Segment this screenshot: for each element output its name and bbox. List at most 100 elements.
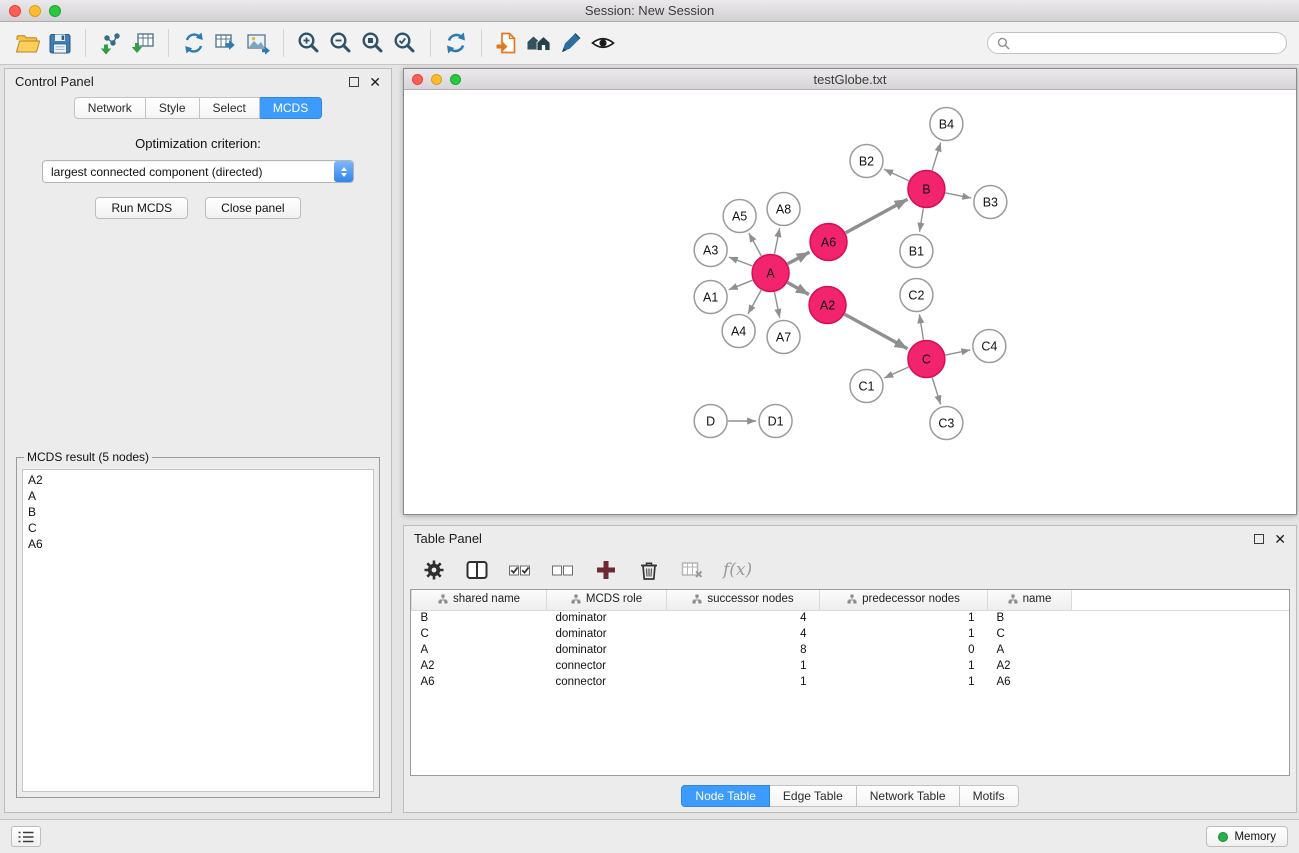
run-mcds-button[interactable]: Run MCDS (95, 197, 188, 219)
open-session-button[interactable] (12, 27, 44, 59)
table-cell[interactable]: dominator (547, 610, 667, 626)
table-cell[interactable]: 8 (667, 642, 820, 658)
tab-network-table[interactable]: Network Table (857, 785, 960, 807)
table-row[interactable]: Cdominator41C (412, 626, 1290, 642)
network-window-titlebar[interactable]: testGlobe.txt (404, 69, 1296, 90)
float-table-panel-icon[interactable] (1254, 534, 1264, 544)
column-header-shared-name[interactable]: shared name (412, 590, 547, 610)
graph-edge-C-C3[interactable] (932, 378, 940, 405)
graph-edge-B-B3[interactable] (945, 193, 971, 198)
graph-node-A6[interactable]: A6 (810, 224, 847, 261)
table-cell[interactable]: A6 (412, 674, 547, 690)
table-cell[interactable]: B (988, 610, 1072, 626)
table-cell[interactable]: connector (547, 674, 667, 690)
export-image-button[interactable] (242, 27, 274, 59)
tab-select[interactable]: Select (200, 97, 260, 119)
close-panel-button[interactable]: Close panel (205, 197, 300, 219)
zoom-in-button[interactable] (293, 27, 325, 59)
table-cell[interactable]: 4 (667, 610, 820, 626)
optimization-dropdown[interactable]: largest connected component (directed) (42, 160, 354, 183)
tab-mcds[interactable]: MCDS (260, 97, 322, 119)
result-item[interactable]: C (28, 520, 368, 536)
tab-edge-table[interactable]: Edge Table (770, 785, 857, 807)
minimize-window-button[interactable] (29, 5, 41, 17)
table-cell[interactable]: 4 (667, 626, 820, 642)
graph-edge-A-A6[interactable] (788, 252, 810, 264)
graph-edge-C-C4[interactable] (945, 350, 970, 355)
table-cell[interactable]: A2 (988, 658, 1072, 674)
memory-button[interactable]: Memory (1206, 826, 1288, 847)
graph-node-A1[interactable]: A1 (694, 281, 727, 314)
result-item[interactable]: A2 (28, 472, 368, 488)
close-window-button[interactable] (9, 5, 21, 17)
table-cell[interactable]: 1 (820, 674, 988, 690)
search-input[interactable] (1015, 36, 1277, 50)
network-graph[interactable]: B4B2BB3A5A8A6A3B1AC2A1A2A4A7C4CC1C3DD1 (404, 90, 1296, 514)
import-table-button[interactable] (127, 27, 159, 59)
column-header-name[interactable]: name (988, 590, 1072, 610)
table-cell[interactable]: 1 (667, 658, 820, 674)
zoom-out-button[interactable] (325, 27, 357, 59)
tab-node-table[interactable]: Node Table (681, 785, 770, 807)
graph-node-C4[interactable]: C4 (973, 330, 1006, 363)
graph-node-B2[interactable]: B2 (850, 145, 883, 178)
graph-edge-A-A2[interactable] (788, 283, 809, 295)
table-cell[interactable]: connector (547, 658, 667, 674)
column-header-successor-nodes[interactable]: successor nodes (667, 590, 820, 610)
tab-style[interactable]: Style (146, 97, 200, 119)
table-cell[interactable]: C (412, 626, 547, 642)
welcome-screen-button[interactable] (523, 27, 555, 59)
apply-layout-button[interactable] (440, 27, 472, 59)
graph-node-D[interactable]: D (694, 405, 727, 438)
titlebar[interactable]: Session: New Session (0, 0, 1299, 22)
table-settings-button[interactable] (420, 556, 448, 584)
network-close-button[interactable] (412, 74, 423, 85)
table-cell[interactable]: 1 (820, 658, 988, 674)
graph-node-B1[interactable]: B1 (900, 235, 933, 268)
tab-network[interactable]: Network (74, 97, 146, 119)
network-minimize-button[interactable] (431, 74, 442, 85)
graph-node-A3[interactable]: A3 (694, 234, 727, 267)
table-cell[interactable]: dominator (547, 626, 667, 642)
graph-node-B[interactable]: B (908, 171, 945, 208)
graph-node-C[interactable]: C (908, 341, 945, 378)
tab-motifs[interactable]: Motifs (960, 785, 1019, 807)
graph-edge-B-B2[interactable] (884, 169, 909, 181)
table-cell[interactable]: A6 (988, 674, 1072, 690)
graph-node-A5[interactable]: A5 (723, 200, 756, 233)
graph-node-C1[interactable]: C1 (850, 370, 883, 403)
first-neighbors-button[interactable] (491, 27, 523, 59)
graph-edge-A-A1[interactable] (729, 280, 753, 290)
table-cell[interactable]: 1 (667, 674, 820, 690)
network-zoom-button[interactable] (450, 74, 461, 85)
table-row[interactable]: Adominator80A (412, 642, 1290, 658)
table-row[interactable]: A2connector11A2 (412, 658, 1290, 674)
graph-node-B4[interactable]: B4 (930, 108, 963, 141)
graph-node-C2[interactable]: C2 (900, 279, 933, 312)
table-cell[interactable]: 1 (820, 610, 988, 626)
search-box[interactable] (987, 32, 1287, 54)
column-header-predecessor-nodes[interactable]: predecessor nodes (820, 590, 988, 610)
graph-node-A[interactable]: A (752, 255, 789, 292)
table-cell[interactable]: A (988, 642, 1072, 658)
graph-node-A7[interactable]: A7 (767, 321, 800, 354)
mcds-result-list[interactable]: A2ABCA6 (22, 469, 374, 792)
result-item[interactable]: A (28, 488, 368, 504)
save-session-button[interactable] (44, 27, 76, 59)
graph-edge-A2-C[interactable] (845, 314, 908, 348)
graph-edge-A-A3[interactable] (729, 257, 753, 266)
close-panel-icon[interactable]: ✕ (369, 77, 381, 87)
graph-node-A4[interactable]: A4 (722, 315, 755, 348)
graph-edge-B-B4[interactable] (932, 143, 941, 171)
graph-node-D1[interactable]: D1 (759, 405, 792, 438)
graph-edge-C-C2[interactable] (919, 314, 923, 339)
close-table-panel-icon[interactable]: ✕ (1274, 534, 1286, 544)
table-row[interactable]: A6connector11A6 (412, 674, 1290, 690)
graph-node-A2[interactable]: A2 (809, 287, 846, 324)
graph-edge-B-B1[interactable] (920, 208, 924, 231)
graph-edge-A-A8[interactable] (774, 228, 779, 254)
network-canvas[interactable]: B4B2BB3A5A8A6A3B1AC2A1A2A4A7C4CC1C3DD1 (404, 90, 1296, 514)
zoom-selected-button[interactable] (389, 27, 421, 59)
node-table-container[interactable]: shared nameMCDS rolesuccessor nodesprede… (410, 589, 1290, 776)
result-item[interactable]: A6 (28, 536, 368, 552)
